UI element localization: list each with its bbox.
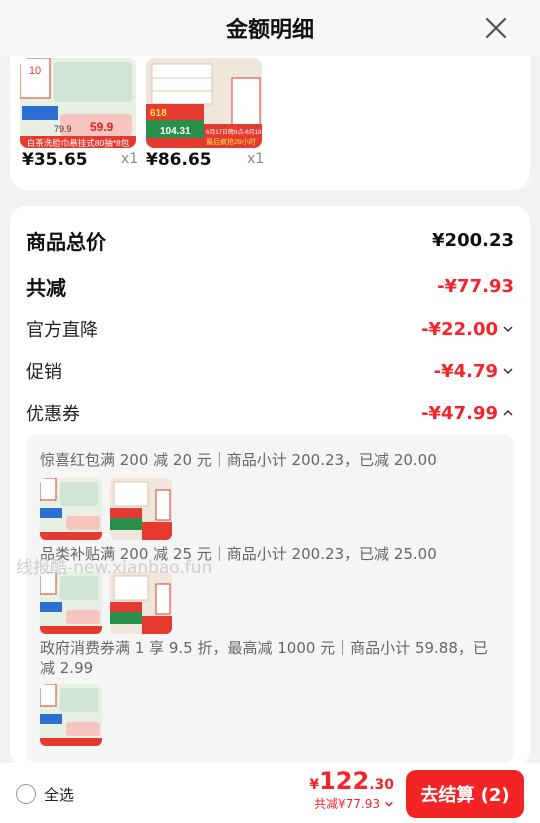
product-image-shelf[interactable]: 618 104.31 6月17日晚8点-6月18日 最后疯抢28小时 bbox=[146, 58, 262, 148]
chevron-down-icon[interactable] bbox=[502, 365, 514, 377]
img-badge-text: 10 bbox=[29, 65, 41, 77]
svg-text:79.9: 79.9 bbox=[54, 124, 72, 134]
coupon-product-thumb bbox=[40, 572, 102, 634]
coupon-detail-panel: 惊喜红包满 200 减 20 元｜商品小计 200.23，已减 20.00 品类… bbox=[26, 434, 514, 764]
svg-text:6月17日晚8点-6月18日: 6月17日晚8点-6月18日 bbox=[206, 128, 262, 136]
checkout-button[interactable]: 去结算 (2) bbox=[406, 770, 524, 818]
checkout-bar: 全选 ¥122.30 共减¥77.93 去结算 (2) bbox=[0, 763, 540, 823]
coupon-label: 优惠券 bbox=[26, 404, 80, 425]
header: 金额明细 bbox=[0, 0, 540, 56]
official-discount-value: -¥22.00 bbox=[421, 318, 498, 340]
svg-text:618: 618 bbox=[150, 108, 167, 119]
coupon-product-thumb bbox=[40, 478, 102, 540]
coupon-product-thumb bbox=[40, 684, 102, 746]
total-amount: ¥122.30 共减¥77.93 bbox=[309, 767, 394, 811]
page-title: 金额明细 bbox=[225, 18, 314, 43]
total-price-label: 商品总价 bbox=[26, 230, 106, 254]
close-icon[interactable] bbox=[482, 14, 510, 42]
select-all-radio[interactable] bbox=[16, 784, 36, 804]
svg-text:最后疯抢28小时: 最后疯抢28小时 bbox=[206, 137, 256, 146]
total-amount-integer: 122 bbox=[319, 767, 370, 795]
product-quantity: x1 bbox=[247, 151, 265, 167]
total-reduce-label: 共减 bbox=[26, 276, 66, 300]
svg-text:104.31: 104.31 bbox=[160, 126, 191, 137]
coupon-desc: 政府消费券满 1 享 9.5 折，最高减 1000 元｜商品小计 59.88，已… bbox=[40, 639, 488, 677]
product-quantity: x1 bbox=[121, 151, 139, 167]
total-price-row: 商品总价 ¥200.23 bbox=[26, 226, 514, 255]
chevron-down-icon[interactable] bbox=[384, 799, 394, 809]
coupon-row[interactable]: 优惠券 -¥47.99 bbox=[26, 400, 514, 426]
svg-text:白茶洗脸巾悬挂式80抽*8包: 白茶洗脸巾悬挂式80抽*8包 bbox=[27, 138, 130, 148]
coupon-desc: 惊喜红包满 200 减 20 元｜商品小计 200.23，已减 20.00 bbox=[40, 451, 437, 469]
product-price: ¥86.65 bbox=[146, 150, 212, 170]
total-reduce-value: -¥77.93 bbox=[437, 276, 514, 297]
amount-detail-card: 商品总价 ¥200.23 共减 -¥77.93 官方直降 -¥22.00 促销 … bbox=[10, 206, 530, 766]
watermark-text: 线报酷-new.xianbao.fun bbox=[16, 558, 213, 578]
chevron-down-icon[interactable] bbox=[502, 323, 514, 335]
promotion-row[interactable]: 促销 -¥4.79 bbox=[26, 358, 514, 384]
coupon-product-thumb bbox=[110, 478, 172, 540]
total-reduce-row: 共减 -¥77.93 bbox=[26, 272, 514, 301]
chevron-up-icon[interactable] bbox=[502, 407, 514, 419]
product-card: 10 79.9 59.9 白茶洗脸巾悬挂式80抽*8包 ¥35.65 x1 61… bbox=[10, 56, 530, 190]
official-discount-row[interactable]: 官方直降 -¥22.00 bbox=[26, 316, 514, 342]
product-price: ¥35.65 bbox=[22, 150, 88, 170]
promotion-label: 促销 bbox=[26, 362, 62, 383]
svg-text:59.9: 59.9 bbox=[90, 120, 114, 134]
official-discount-label: 官方直降 bbox=[26, 320, 98, 341]
coupon-product-thumb bbox=[110, 572, 172, 634]
coupon-value: -¥47.99 bbox=[421, 402, 498, 424]
promotion-value: -¥4.79 bbox=[433, 360, 498, 382]
product-image-towels[interactable]: 10 79.9 59.9 白茶洗脸巾悬挂式80抽*8包 bbox=[20, 58, 136, 148]
total-reduced-text: 共减¥77.93 bbox=[314, 797, 380, 811]
select-all-label[interactable]: 全选 bbox=[44, 784, 74, 805]
total-price-value: ¥200.23 bbox=[432, 230, 514, 251]
total-amount-decimal: .30 bbox=[369, 777, 394, 793]
